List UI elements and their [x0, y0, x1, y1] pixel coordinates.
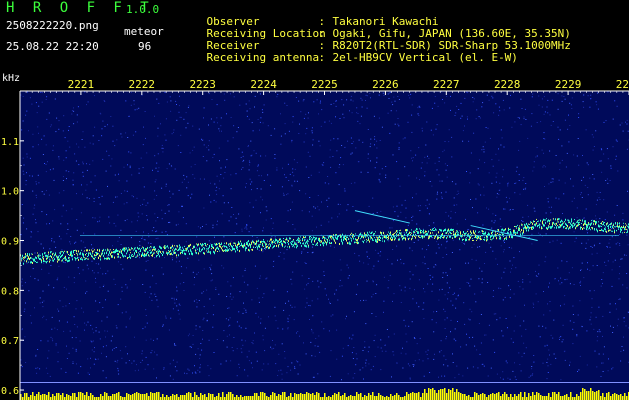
y-tick-label: 0.9: [1, 237, 19, 248]
y-tick-label: 0.6: [1, 386, 19, 397]
x-tick-label: 2221: [68, 78, 95, 91]
y-tick-label: 0.7: [1, 336, 19, 347]
x-tick-label: 2224: [250, 78, 277, 91]
x-tick-label: 2226: [372, 78, 399, 91]
spectrogram-chart: kHz 2221 2222 2223 2224 2225 2226 2227 2228 2229 2…: [1, 73, 629, 400]
y-tick-label: 0.8: [1, 286, 19, 297]
spectrogram-view: H R O F F T 1.0.0 2508222220.png 25.08.2…: [0, 0, 629, 400]
x-tick-label: 2222: [129, 78, 156, 91]
x-tick-label: 2229: [555, 78, 582, 91]
x-tick-label: 2228: [494, 78, 521, 91]
y-axis-label: kHz: [2, 73, 20, 84]
y-tick-label: 1.0: [1, 187, 19, 198]
x-tick-label: 2223: [189, 78, 216, 91]
x-tick-label: 2225: [311, 78, 338, 91]
x-tick-label: 2230: [616, 78, 629, 91]
plot-background: [20, 91, 629, 400]
y-tick-label: 1.1: [1, 137, 19, 148]
x-tick-label: 2227: [433, 78, 460, 91]
